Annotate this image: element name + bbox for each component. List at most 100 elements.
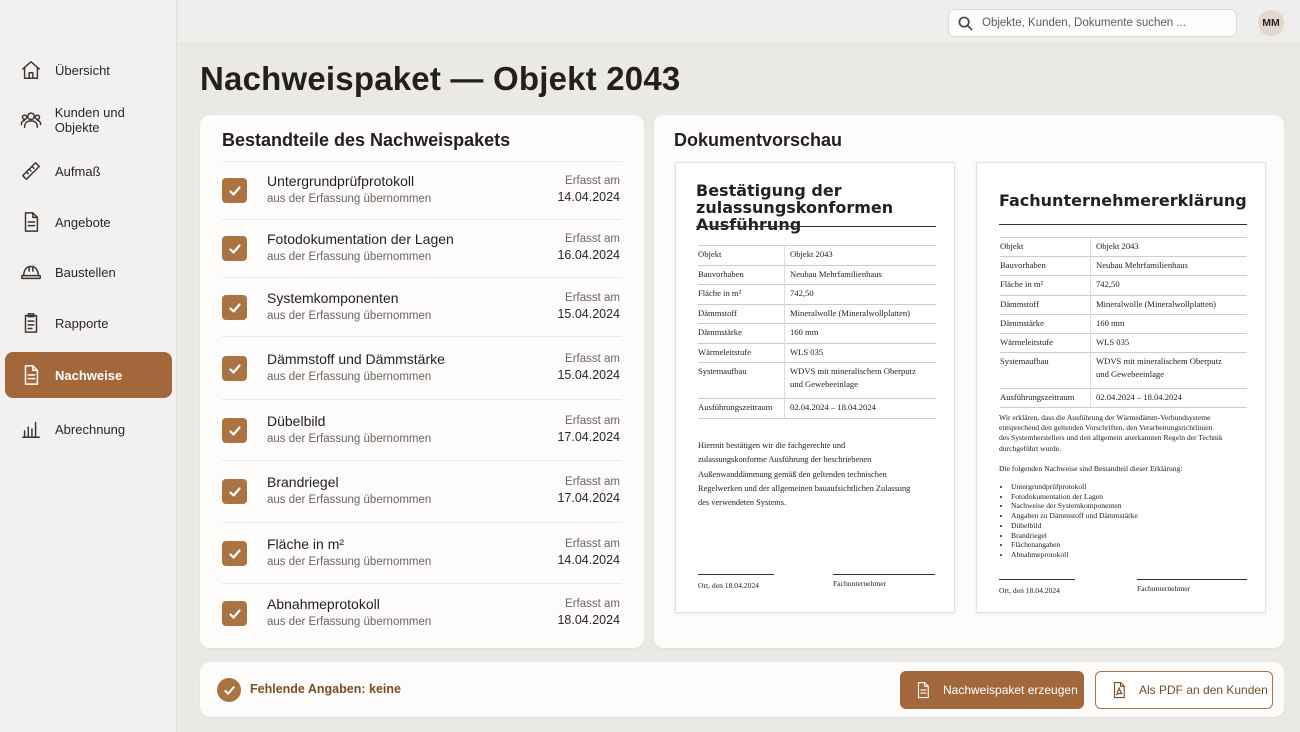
list-item: Fotodokumentation der Lagen [1011,492,1138,502]
search-input[interactable] [982,17,1232,29]
doc2-signature-place-date: Ort, den 18.04.2024 [999,586,1060,595]
sidebar-item-rapporte[interactable]: Rapporte [5,300,172,346]
component-captured-label: Erfasst am [565,598,620,610]
sidebar-item-label: Kunden und Objekte [54,105,125,135]
table-key: Dämmstärke [698,327,742,337]
component-row: Brandriegel aus der Erfassung übernommen E… [222,460,622,522]
sidebar-item-label: Aufmaß [55,163,101,179]
search-icon [958,16,973,31]
checkmark-icon [228,302,241,313]
avatar[interactable]: MM [1258,10,1284,36]
component-name: Untergrundprüfprotokoll [267,173,415,189]
component-name: Fotodokumentation der Lagen [267,231,454,247]
component-name: Fläche in m² [267,536,345,552]
component-row: Abnahmeprotokoll aus der Erfassung überno… [222,583,622,643]
component-checkbox[interactable] [222,178,247,203]
list-item: Brandriegel [1011,531,1138,541]
table-value: Mineralwolle (Mineralwollplatten) [790,307,911,318]
table-row-divider [1000,294,1247,296]
component-captured-label: Erfasst am [565,538,620,550]
list-item: Angaben zu Dämmstoff und Dämmstärke [1011,511,1138,521]
component-source: aus der Erfassung übernommen [267,433,432,445]
component-source: aus der Erfassung übernommen [267,556,432,568]
sidebar-item-aufmass[interactable]: Aufmaß [5,148,172,194]
component-row: Fotodokumentation der Lagen aus der Erfas… [222,219,622,277]
sidebar-item-label: Nachweise [55,367,123,383]
paragraph-line: des verwendeten Systems. [698,498,787,508]
generate-package-button[interactable]: Nachweispaket erzeugen [900,671,1084,709]
table-value: 160 mm [790,327,819,337]
component-checkbox[interactable] [222,356,247,381]
declaration-line: durchgeführt wurde. [999,443,1061,453]
table-key: Dämmstoff [698,307,737,318]
component-checkbox[interactable] [222,295,247,320]
clipboard-icon [19,311,43,335]
component-checkbox[interactable] [222,236,247,261]
table-key: Systemaufbau [1000,356,1049,367]
table-row-divider [1000,256,1247,258]
table-row-divider [1000,313,1247,315]
component-source: aus der Erfassung übernommen [267,310,432,322]
sidebar-item-uebersicht[interactable]: Übersicht [5,47,172,93]
doc1-signature-line-left [698,574,774,575]
table-value: 160 mm [1096,317,1125,328]
component-captured-date: 17.04.2024 [557,430,620,444]
ruler-icon [19,159,43,183]
hard-hat-icon [19,260,43,284]
paragraph-line: Regelwerken und der allgemeinen bauaufsi… [698,483,911,493]
sidebar-item-baustellen[interactable]: Baustellen [5,249,172,295]
table-key: Fläche in m² [1000,279,1044,290]
component-checkbox[interactable] [222,479,247,504]
table-row-divider [698,362,936,363]
component-captured-label: Erfasst am [565,292,620,304]
component-checkbox[interactable] [222,601,247,626]
component-source: aus der Erfassung übernommen [267,494,432,506]
component-row: Fläche in m² aus der Erfassung übernommen… [222,522,622,583]
sidebar-item-label: Baustellen [55,264,116,280]
sidebar-item-nachweise[interactable]: Nachweise [5,352,172,398]
component-captured-label: Erfasst am [565,415,620,427]
sidebar-item-angebote[interactable]: Angebote [5,199,172,245]
sidebar-item-kunden[interactable]: Kunden und Objekte [5,97,172,143]
component-captured-date: 15.04.2024 [557,368,620,382]
table-key: Bauvorhaben [698,268,744,279]
table-value-cont: und Gewebeeinlage [790,379,859,389]
component-source: aus der Erfassung übernommen [267,371,432,383]
sidebar-item-abrechnung[interactable]: Abrechnung [5,406,172,452]
declaration-line: entsprechend den geltenden Vorschriften,… [999,423,1213,433]
components-card: Bestandteile des Nachweispakets Untergru… [200,115,644,648]
component-captured-date: 15.04.2024 [557,307,620,321]
paragraph-line: Hiermit bestätigen wir die fachgerechte … [698,441,846,450]
component-captured-date: 14.04.2024 [557,190,620,204]
table-value: WDVS mit mineralischem Oberputz [1096,356,1222,367]
table-value: 742,50 [790,288,814,298]
top-bar: MM [177,0,1300,44]
component-captured-date: 18.04.2024 [557,613,620,627]
document-preview-confirmation[interactable]: Bestätigung der zulassungskonformen Ausf… [675,162,955,613]
component-source: aus der Erfassung übernommen [267,193,432,205]
component-source: aus der Erfassung übernommen [267,616,432,628]
component-row: Dübelbild aus der Erfassung übernommen Erf… [222,399,622,460]
checkmark-icon [228,363,241,374]
preview-title: Dokumentvorschau [674,130,843,150]
table-value: WLS 035 [790,346,824,357]
document-preview-declaration[interactable]: Fachunternehmererklärung Objekt Objekt 20… [976,162,1266,613]
component-checkbox[interactable] [222,418,247,443]
send-pdf-button[interactable]: Als PDF an den Kunden [1095,671,1273,709]
list-item: Dübelbild [1011,521,1138,531]
table-value: Mineralwolle (Mineralwollplatten) [1096,298,1217,309]
table-row-divider [698,342,936,344]
components-title: Bestandteile des Nachweispakets [222,130,511,150]
table-row-divider [698,245,936,246]
certificate-document-icon [19,363,43,387]
search-box[interactable] [948,9,1237,37]
component-captured-label: Erfasst am [565,353,620,365]
doc1-title-line1: Bestätigung der [696,181,842,200]
doc2-list-intro: Die folgenden Nachweise sind Bestandteil… [999,464,1183,473]
document-icon [917,681,929,699]
missing-info-status: Fehlende Angaben: keine [250,682,401,696]
table-value: 02.04.2024 – 18.04.2024 [790,402,876,413]
component-captured-date: 14.04.2024 [557,553,620,567]
component-checkbox[interactable] [222,541,247,566]
table-key: Dämmstärke [1000,317,1044,328]
